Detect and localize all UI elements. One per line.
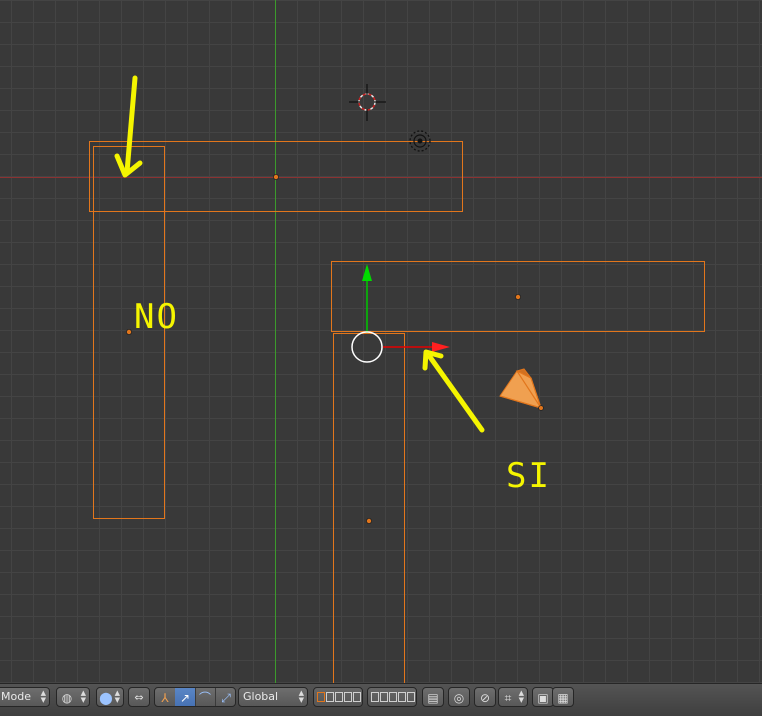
annotation-arrow-down-icon [114,75,143,178]
3d-viewport[interactable]: NO SI [0,0,762,683]
sphere-icon: ◍ [61,691,73,705]
layers-grid-icon-2[interactable] [367,687,417,707]
3d-view-header: Mode ▲ ▼ ◍ ▲ ▼ ⬤ ▲ ▼ ⇔ ⅄ ↗ ⌒ ⤢ Global ▲ ▼ [0,683,762,716]
mode-select[interactable]: Mode ▲ ▼ [0,687,50,707]
snap-icon[interactable]: ⊘ [474,687,496,707]
camera-icon[interactable] [499,368,544,411]
annotation-si-label: SI [506,456,551,496]
annotation-arrow-up-left-icon [422,349,485,433]
center-points-icon: ⇔ [134,691,144,704]
pivot-point-select[interactable]: ⬤ ▲ ▼ [96,687,124,707]
right-vertical-post[interactable] [333,333,405,684]
origin-dot[interactable] [365,518,372,525]
mode-select-value: Mode [1,690,31,703]
transform-orientation-value: Global [243,690,279,703]
select-arrows-icon: ▲ ▼ [298,689,304,704]
translate-icon[interactable]: ↗ [175,688,196,706]
annotation-no-label: NO [134,297,179,337]
origin-dot[interactable] [126,328,133,335]
scale-icon[interactable]: ⤢ [215,688,235,706]
3d-cursor-icon[interactable] [349,84,386,121]
pivot-icon: ⬤ [99,691,113,705]
select-arrows-icon: ▲ ▼ [518,689,524,704]
rotate-icon[interactable]: ⌒ [195,688,216,706]
snap-target-icon: ⌗ [504,691,512,705]
manipulator-group: ⅄ ↗ ⌒ ⤢ [154,687,236,707]
manipulator-x-arrow-icon [432,342,450,352]
manipulator-y-arrow-icon [362,264,372,281]
viewport-shading-select[interactable]: ◍ ▲ ▼ [56,687,90,707]
transform-manipulator[interactable] [351,264,450,363]
render-icon[interactable]: ▣ [532,687,554,707]
proportional-edit-icon[interactable]: ◎ [448,687,470,707]
manipulator-center-circle [351,331,383,363]
manipulate-center-points-toggle[interactable]: ⇔ [128,687,150,707]
transform-orientation-select[interactable]: Global ▲ ▼ [238,687,308,707]
select-arrows-icon: ▲ ▼ [114,689,120,704]
select-arrows-icon: ▲ ▼ [80,689,86,704]
layers-grid-icon[interactable] [313,687,363,707]
origin-dot[interactable] [272,173,279,180]
select-arrows-icon: ▲ ▼ [40,689,46,704]
axis-manipulator-icon[interactable]: ⅄ [155,688,176,706]
layer-lock-icon[interactable]: ▤ [422,687,444,707]
snap-target-select[interactable]: ⌗ ▲ ▼ [498,687,528,707]
clapboard-icon[interactable]: ▦ [552,687,574,707]
origin-dot[interactable] [515,293,522,300]
scene [0,0,762,683]
